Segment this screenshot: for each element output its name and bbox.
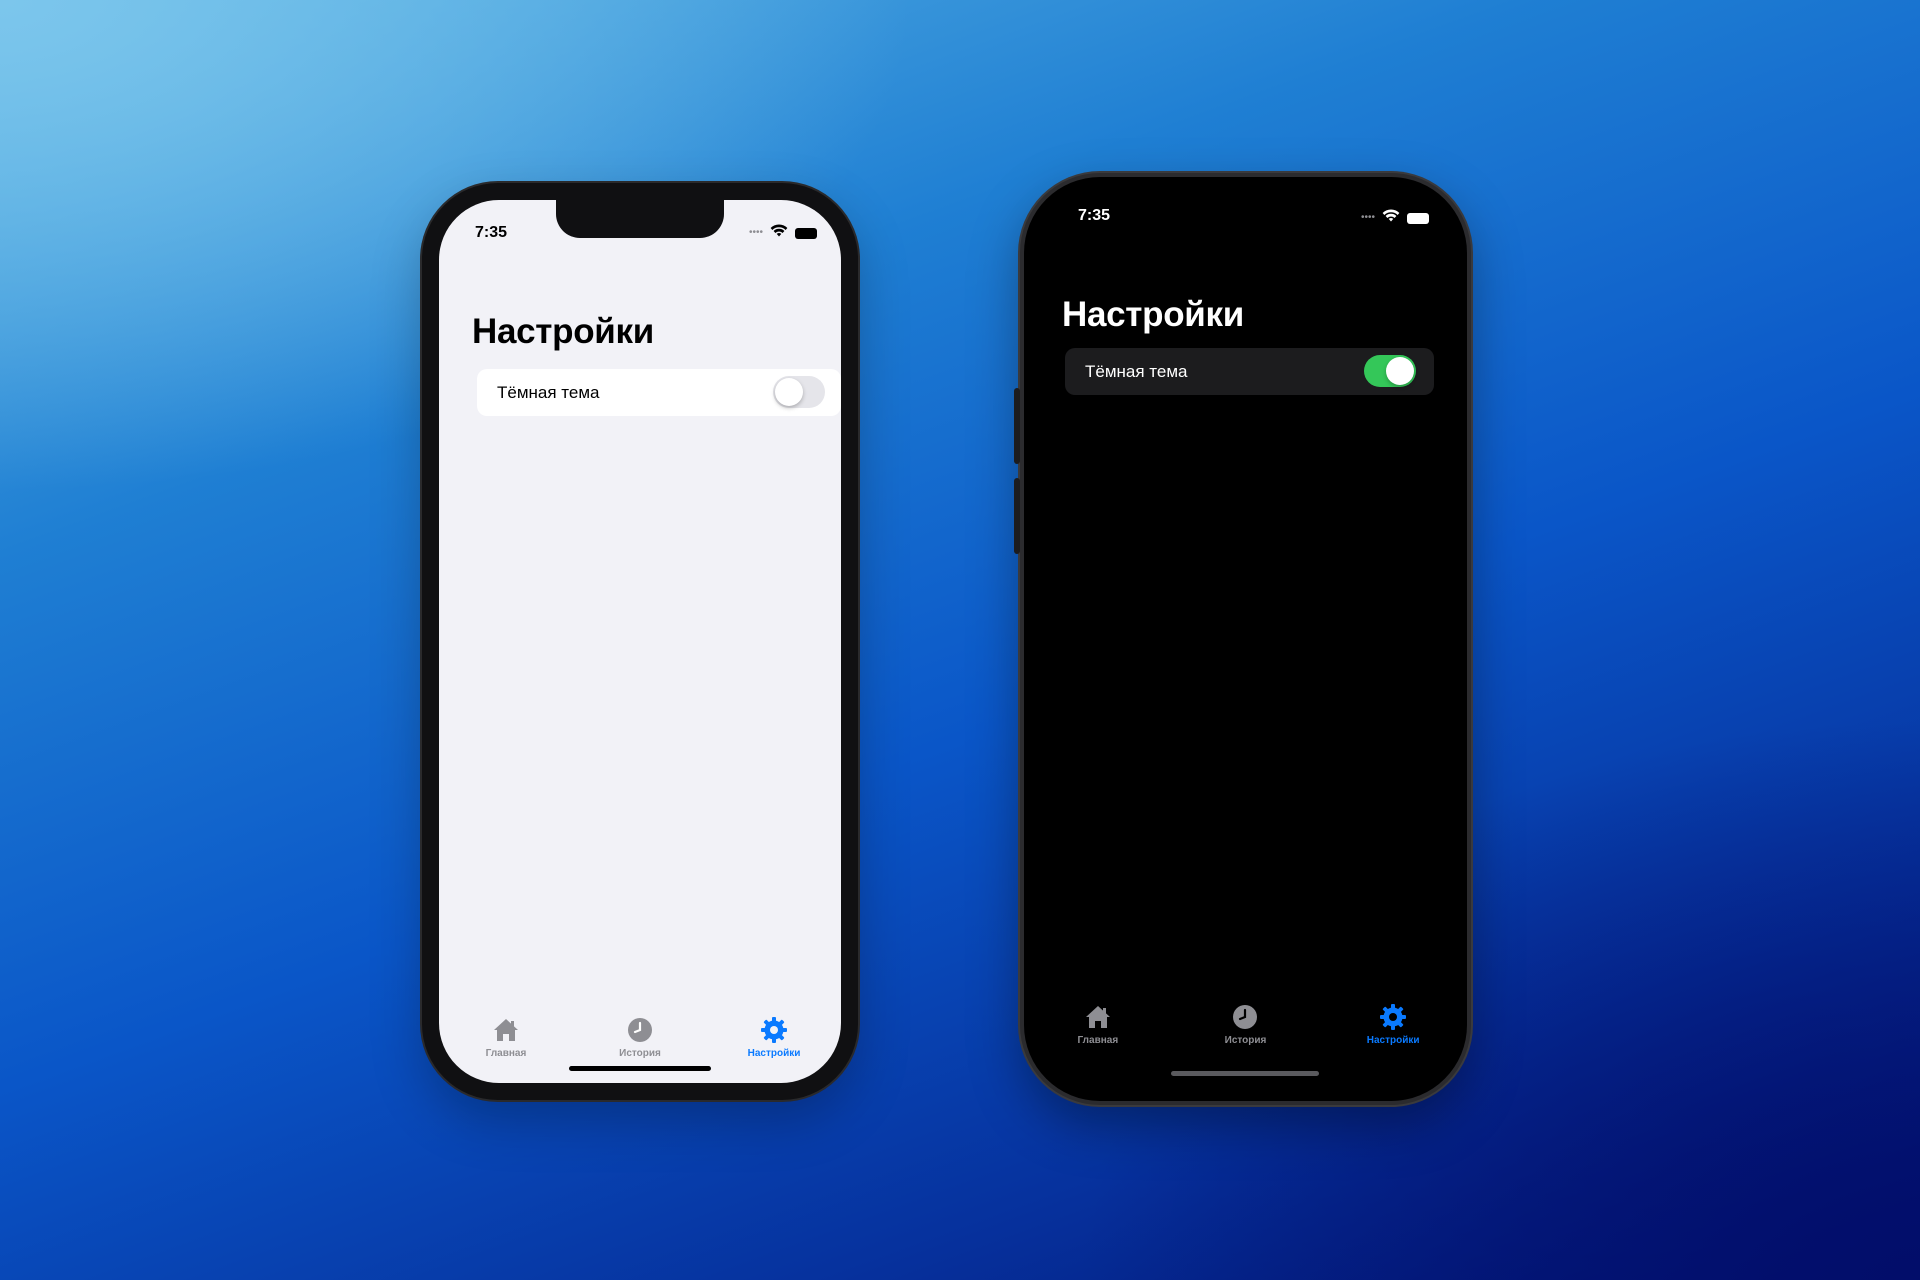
dark-theme-label: Тёмная тема bbox=[1085, 361, 1188, 381]
dark-theme-toggle[interactable] bbox=[1364, 355, 1416, 387]
battery-icon bbox=[1407, 212, 1429, 224]
screen-dark: 7:35 •••• Настройки Тёмная тема Главная … bbox=[1024, 177, 1467, 1101]
status-time: 7:35 bbox=[1078, 207, 1111, 224]
tab-settings-label: Настройки bbox=[747, 1048, 801, 1059]
status-icons: •••• bbox=[749, 224, 817, 242]
tab-home-label: Главная bbox=[485, 1048, 527, 1059]
notch bbox=[556, 200, 724, 238]
tab-bar: Главная История Настройки bbox=[439, 1016, 841, 1059]
gear-icon bbox=[760, 1016, 788, 1044]
tab-home[interactable]: Главная bbox=[456, 1016, 556, 1059]
cellular-signal-icon: •••• bbox=[748, 227, 763, 238]
toggle-knob bbox=[1386, 357, 1414, 385]
status-icons: •••• bbox=[1361, 209, 1429, 227]
dark-theme-row[interactable]: Тёмная тема bbox=[477, 369, 841, 416]
tab-history[interactable]: История bbox=[1195, 1003, 1295, 1046]
tab-bar: Главная История Настройки bbox=[1024, 1003, 1467, 1046]
tab-history-label: История bbox=[619, 1048, 661, 1059]
page-title: Настройки bbox=[472, 312, 654, 351]
home-indicator[interactable] bbox=[569, 1066, 711, 1071]
home-indicator[interactable] bbox=[1171, 1071, 1319, 1076]
tab-home[interactable]: Главная bbox=[1048, 1003, 1148, 1046]
house-icon bbox=[492, 1016, 520, 1044]
wifi-icon bbox=[770, 224, 788, 242]
tab-history[interactable]: История bbox=[590, 1016, 690, 1059]
wifi-icon bbox=[1382, 209, 1400, 227]
cellular-signal-icon: •••• bbox=[1360, 212, 1375, 223]
tab-home-label: Главная bbox=[1077, 1035, 1119, 1046]
volume-down-button bbox=[1014, 478, 1020, 554]
page-title: Настройки bbox=[1062, 295, 1244, 334]
status-time: 7:35 bbox=[475, 224, 508, 241]
clock-icon bbox=[626, 1016, 654, 1044]
dark-theme-toggle[interactable] bbox=[773, 376, 825, 408]
tab-settings[interactable]: Настройки bbox=[1343, 1003, 1443, 1046]
clock-icon bbox=[1231, 1003, 1259, 1031]
volume-up-button bbox=[1014, 388, 1020, 464]
house-icon bbox=[1084, 1003, 1112, 1031]
tab-settings[interactable]: Настройки bbox=[724, 1016, 824, 1059]
dark-theme-label: Тёмная тема bbox=[497, 382, 600, 402]
phone-light-mode: 7:35 •••• Настройки Тёмная тема Главная … bbox=[422, 183, 858, 1100]
battery-icon bbox=[795, 227, 817, 239]
phone-dark-mode: 7:35 •••• Настройки Тёмная тема Главная … bbox=[1014, 173, 1471, 1105]
dark-theme-row[interactable]: Тёмная тема bbox=[1065, 348, 1434, 395]
tab-history-label: История bbox=[1224, 1035, 1267, 1046]
gear-icon bbox=[1379, 1003, 1407, 1031]
toggle-knob bbox=[775, 378, 803, 406]
tab-settings-label: Настройки bbox=[1366, 1035, 1420, 1046]
screen-light: 7:35 •••• Настройки Тёмная тема Главная … bbox=[439, 200, 841, 1083]
